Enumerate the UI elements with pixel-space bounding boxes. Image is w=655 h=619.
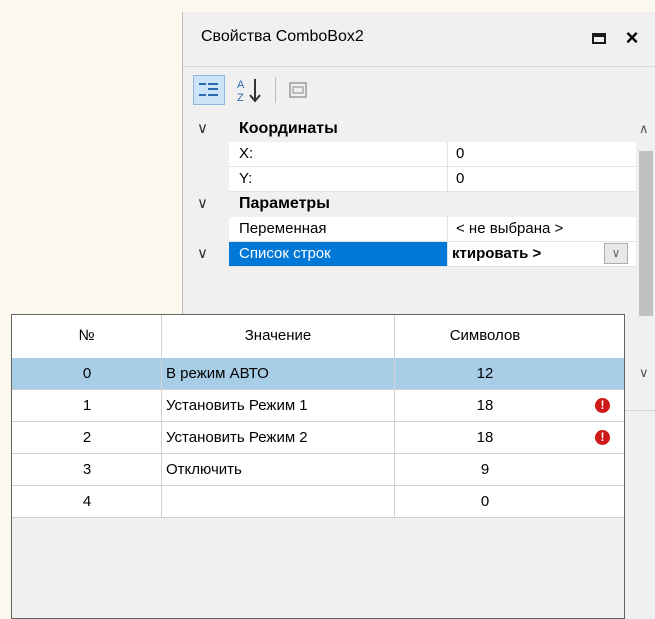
category-coordinates[interactable]: ∨ Координаты: [183, 117, 636, 142]
panel-title: Свойства ComboBox2: [201, 28, 364, 45]
property-row-y[interactable]: Y: 0: [183, 167, 636, 192]
table-row[interactable]: 0 В режим АВТО 12: [12, 358, 624, 390]
sort-alphabetical-icon[interactable]: A Z: [233, 75, 267, 105]
svg-text:A: A: [237, 79, 245, 91]
scroll-down-icon[interactable]: ∨: [639, 365, 649, 381]
toolbar-separator: [275, 77, 276, 103]
scroll-thumb[interactable]: [639, 151, 653, 316]
property-row-x[interactable]: X: 0: [183, 142, 636, 167]
panel-toolbar: A Z: [183, 66, 655, 117]
table-header: № Значение Символов: [12, 315, 624, 359]
vertical-scrollbar[interactable]: ∧ ∨: [636, 117, 655, 387]
dropdown-button[interactable]: ∨: [604, 243, 628, 264]
warning-icon: !: [595, 398, 610, 413]
categorized-icon[interactable]: [193, 75, 225, 105]
table-row[interactable]: 3 Отключить 9: [12, 454, 624, 486]
chevron-down-icon[interactable]: ∨: [197, 119, 208, 137]
svg-text:Z: Z: [237, 92, 244, 104]
chevron-down-icon[interactable]: ∨: [197, 194, 208, 212]
column-header-chars[interactable]: Символов: [395, 327, 575, 344]
scroll-up-icon[interactable]: ∧: [639, 121, 649, 137]
column-header-number[interactable]: №: [12, 327, 161, 344]
property-pages-icon[interactable]: [283, 75, 313, 105]
table-row[interactable]: 2 Установить Режим 2 18!: [12, 422, 624, 454]
panel-titlebar: Свойства ComboBox2 ×: [183, 12, 655, 66]
category-parameters[interactable]: ∨ Параметры: [183, 192, 636, 217]
table-row[interactable]: 4 0: [12, 486, 624, 518]
column-header-value[interactable]: Значение: [162, 327, 394, 344]
close-button[interactable]: ×: [619, 23, 645, 53]
property-row-string-list[interactable]: ∨ Список строк ктировать > ∨: [183, 242, 636, 267]
chevron-down-icon[interactable]: ∨: [197, 244, 208, 262]
restore-window-icon[interactable]: [587, 26, 613, 52]
string-list-popup: № Значение Символов 0 В режим АВТО 12 1 …: [11, 314, 625, 619]
property-row-variable[interactable]: Переменная < не выбрана >: [183, 217, 636, 242]
table-row[interactable]: 1 Установить Режим 1 18!: [12, 390, 624, 422]
warning-icon: !: [595, 430, 610, 445]
